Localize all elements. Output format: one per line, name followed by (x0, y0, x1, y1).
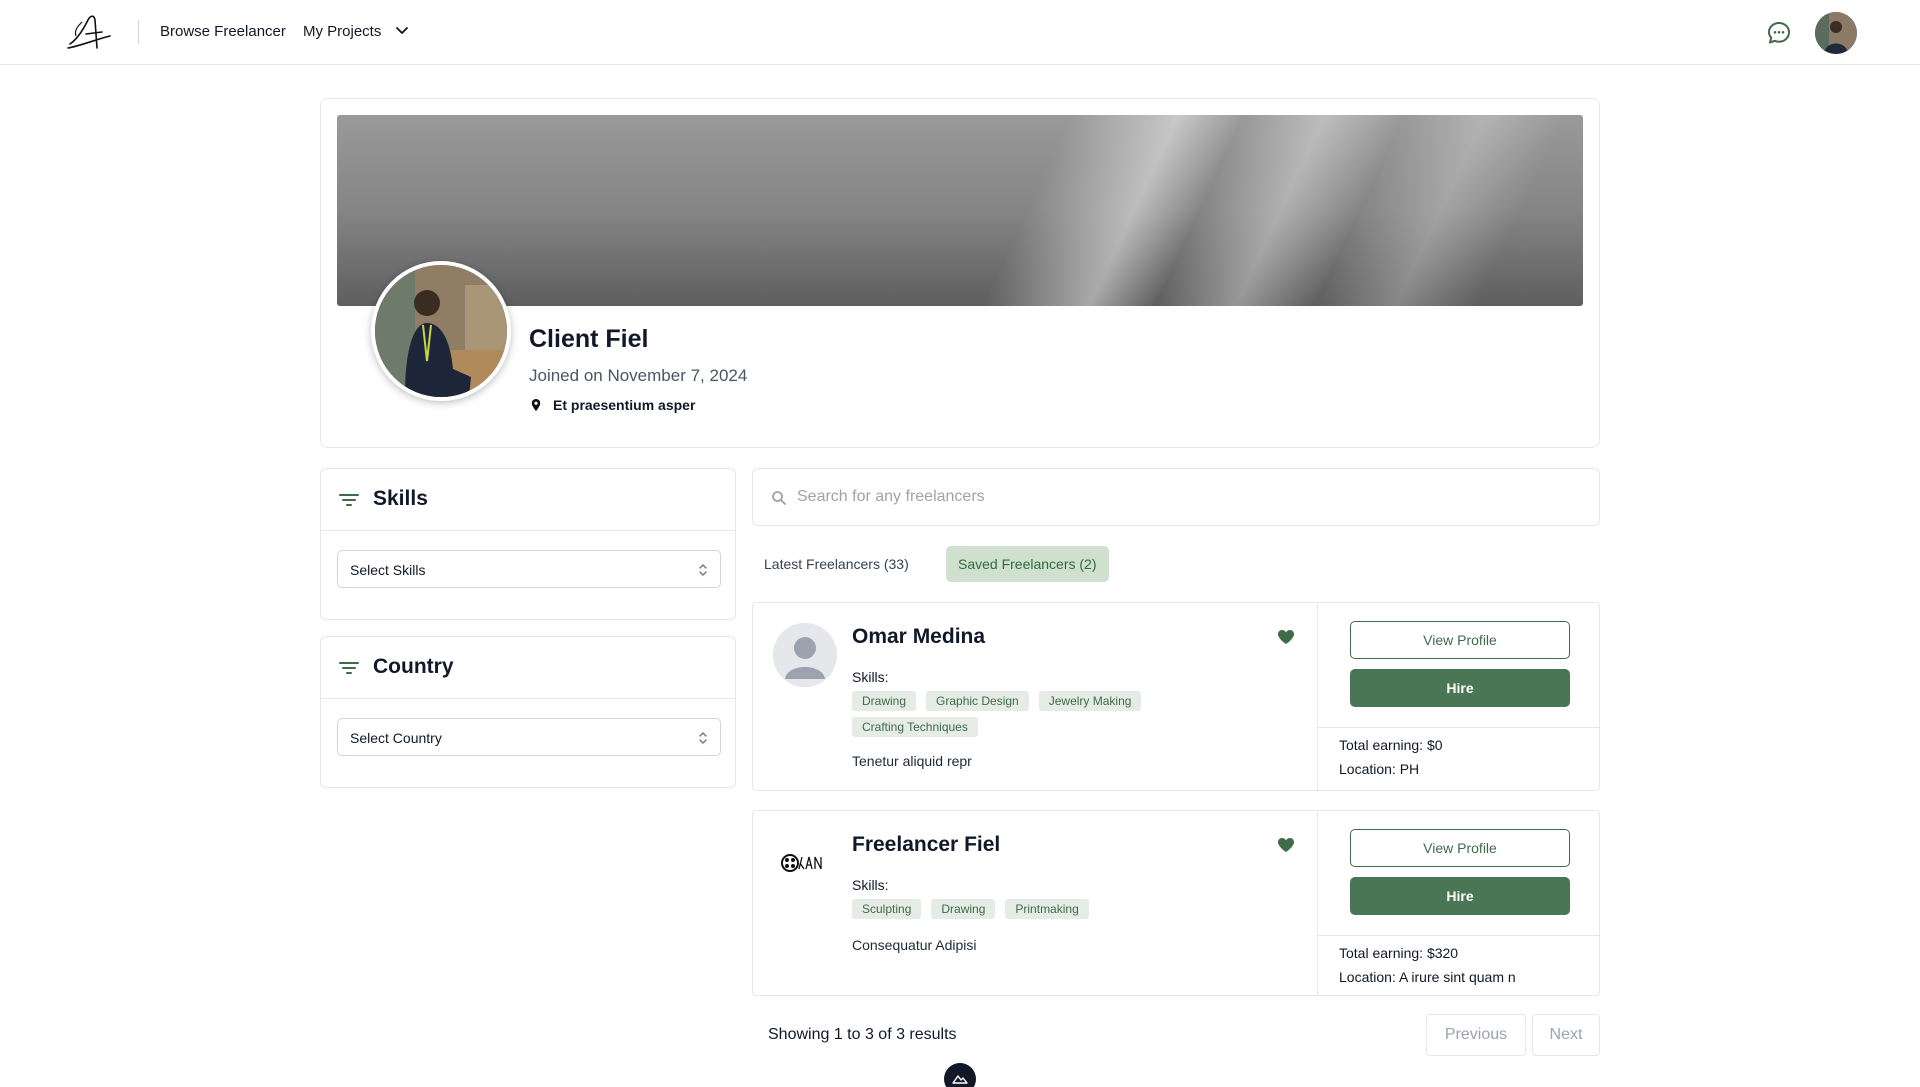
country-filter-panel: Country Select Country (320, 636, 736, 788)
profile-banner (337, 115, 1583, 306)
heart-icon[interactable] (1277, 837, 1295, 853)
nav-divider (138, 20, 139, 44)
country-select[interactable]: Select Country (337, 718, 721, 756)
my-projects-link[interactable]: My Projects (303, 23, 381, 40)
country-filter-header: Country (321, 637, 735, 699)
skills-select[interactable]: Select Skills (337, 550, 721, 588)
freelancer-name[interactable]: Freelancer Fiel (852, 833, 1000, 857)
skills-chip-list: Drawing Graphic Design Jewelry Making Cr… (852, 691, 1182, 737)
floating-action-button[interactable] (944, 1063, 976, 1087)
country-select-label: Select Country (350, 730, 442, 746)
hire-button[interactable]: Hire (1350, 877, 1570, 915)
previous-page-button[interactable]: Previous (1426, 1014, 1526, 1056)
country-filter-title: Country (373, 655, 454, 678)
skill-chip: Printmaking (1005, 899, 1089, 919)
client-location: Et praesentium asper (553, 397, 696, 413)
search-placeholder: Search for any freelancers (797, 488, 985, 505)
browse-freelancer-link[interactable]: Browse Freelancer (160, 23, 286, 40)
total-earning: Total earning: $320 (1339, 945, 1459, 961)
skills-filter-panel: Skills Select Skills (320, 468, 736, 620)
brand-logo-icon[interactable] (64, 10, 114, 54)
skills-label: Skills: (852, 877, 889, 893)
hire-button[interactable]: Hire (1350, 669, 1570, 707)
freelancer-location: Location: A irure sint quam n (1339, 969, 1516, 985)
search-icon (772, 491, 786, 505)
view-profile-button[interactable]: View Profile (1350, 829, 1570, 867)
skills-filter-title: Skills (373, 487, 428, 510)
chat-icon[interactable] (1766, 20, 1792, 46)
skills-chip-list: Sculpting Drawing Printmaking (852, 899, 1182, 919)
card-divider (1317, 811, 1318, 995)
skill-chip: Jewelry Making (1038, 691, 1142, 711)
freelancer-location: Location: PH (1339, 761, 1420, 777)
card-divider (1317, 603, 1318, 790)
joined-date: Joined on November 7, 2024 (529, 366, 748, 385)
select-updown-icon (699, 732, 707, 744)
skills-select-label: Select Skills (350, 562, 426, 578)
skill-chip: Drawing (852, 691, 917, 711)
filter-icon (339, 662, 359, 674)
freelancer-name[interactable]: Omar Medina (852, 625, 985, 649)
freelancer-card: Freelancer Fiel Skills: Sculpting Drawin… (752, 810, 1600, 996)
tab-saved-freelancers[interactable]: Saved Freelancers (2) (946, 546, 1109, 582)
mountain-icon (952, 1075, 968, 1084)
view-profile-button[interactable]: View Profile (1350, 621, 1570, 659)
skills-filter-header: Skills (321, 469, 735, 531)
freelancer-card: Omar Medina Skills: Drawing Graphic Desi… (752, 602, 1600, 791)
card-divider (1318, 935, 1599, 936)
freelancer-search-input[interactable]: Search for any freelancers (752, 468, 1600, 526)
client-name: Client Fiel (529, 325, 649, 353)
top-navbar: Browse Freelancer My Projects (0, 0, 1920, 65)
tab-latest-freelancers[interactable]: Latest Freelancers (33) (752, 546, 921, 582)
results-summary: Showing 1 to 3 of 3 results (768, 1026, 957, 1043)
next-page-button[interactable]: Next (1532, 1014, 1600, 1056)
heart-icon[interactable] (1277, 629, 1295, 645)
freelancer-description: Tenetur aliquid repr (852, 753, 972, 769)
skill-chip: Drawing (931, 899, 996, 919)
select-updown-icon (699, 564, 707, 576)
skill-chip: Sculpting (852, 899, 922, 919)
total-earning: Total earning: $0 (1339, 737, 1443, 753)
filter-icon (339, 494, 359, 506)
freelancer-description: Consequatur Adipisi (852, 937, 977, 953)
user-avatar[interactable] (1815, 12, 1857, 54)
profile-card: Client Fiel Joined on November 7, 2024 E… (320, 98, 1600, 448)
location-pin-icon (531, 399, 541, 411)
card-divider (1318, 727, 1599, 728)
freelancer-logo-avatar (773, 831, 837, 895)
skill-chip: Crafting Techniques (852, 717, 978, 737)
default-avatar-icon (773, 623, 837, 687)
skills-label: Skills: (852, 669, 889, 685)
chevron-down-icon[interactable] (395, 24, 409, 38)
skill-chip: Graphic Design (926, 691, 1029, 711)
profile-photo (371, 261, 511, 401)
